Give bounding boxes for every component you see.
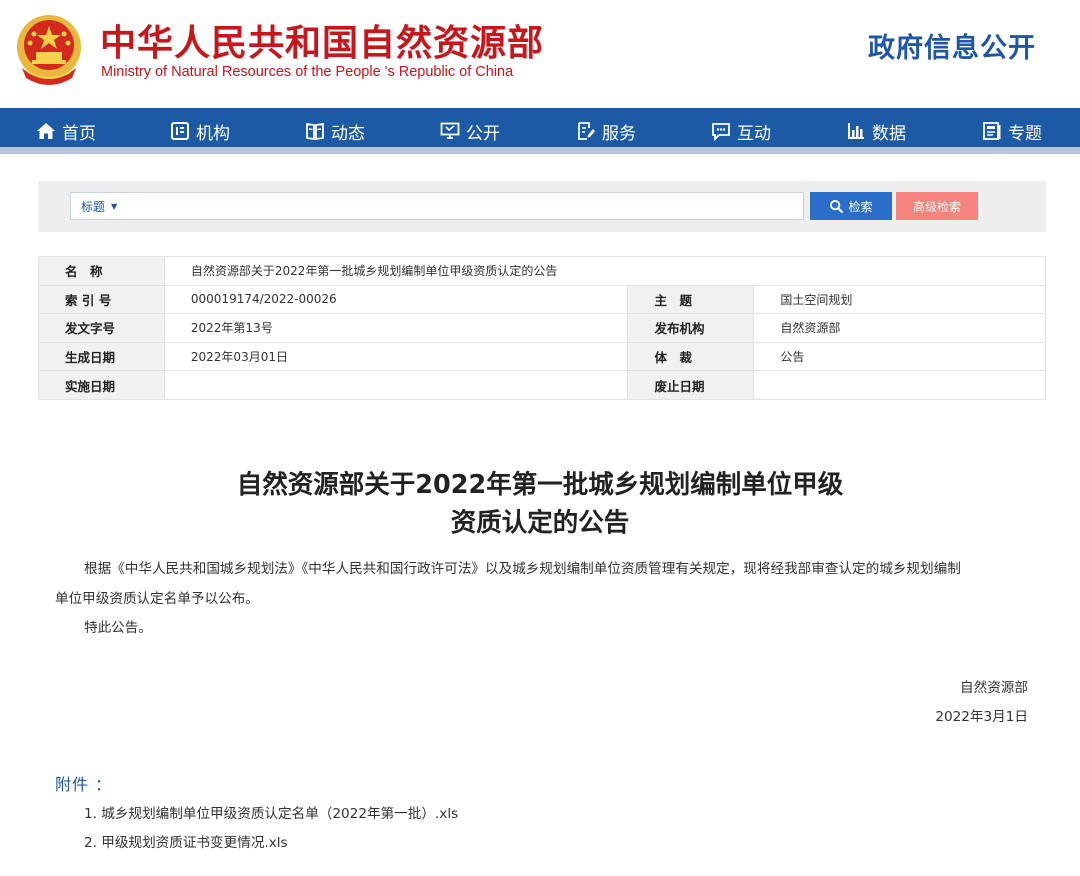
article-title-line2: 资质认定的公告	[450, 508, 630, 538]
search-button[interactable]: 检索	[810, 192, 892, 220]
nav-item-home[interactable]: 首页	[36, 108, 96, 154]
site-subtitle: Ministry of Natural Resources of the Peo…	[101, 64, 514, 80]
home-icon	[37, 123, 55, 139]
nav-item-label: 公开	[466, 123, 500, 144]
article-title-line1: 自然资源部关于2022年第一批城乡规划编制单位甲级	[236, 470, 844, 500]
docno-value: 2022年第13号	[163, 313, 629, 343]
index-label: 索 引 号	[38, 284, 165, 315]
table-row: 实施日期 废止日期	[38, 370, 1046, 400]
index-value: 000019174/2022-00026	[163, 284, 629, 315]
search-button-label: 检索	[848, 199, 873, 214]
article-paragraph-line1: 根据《中华人民共和国城乡规划法》《中华人民共和国行政许可法》以及城乡规划编制单位…	[84, 561, 961, 577]
table-row: 索 引 号 000019174/2022-00026 主 题 国土空间规划	[38, 284, 1046, 315]
genre-value: 公告	[753, 341, 1046, 372]
sign-date: 2022年3月1日	[935, 709, 1028, 725]
document-info-table: 名 称 自然资源部关于2022年第一批城乡规划编制单位甲级资质认定的公告 索 引…	[38, 256, 1047, 400]
site-title: 中华人民共和国自然资源部	[100, 22, 545, 64]
advanced-search-button[interactable]: 高级检索	[896, 192, 978, 220]
publisher-value: 自然资源部	[753, 313, 1046, 343]
nav-item-data[interactable]: 数据	[846, 108, 906, 154]
date-value: 2022年03月01日	[163, 341, 629, 372]
bar-chart-icon	[848, 123, 864, 139]
nav-item-label: 动态	[331, 123, 365, 144]
publisher-label: 发布机构	[627, 313, 755, 343]
nav-item-interact[interactable]: 互动	[711, 108, 771, 154]
date-label: 生成日期	[38, 341, 165, 372]
search-field-label: 标题	[81, 199, 106, 214]
topic-icon	[983, 122, 1001, 140]
nav-item-label: 专题	[1008, 123, 1042, 144]
nav-item-open[interactable]: 公开	[440, 108, 500, 154]
article-closing: 特此公告。	[84, 620, 152, 636]
attachment-link[interactable]: 2. 甲级规划资质证书变更情况.xls	[84, 831, 288, 851]
subject-label: 主 题	[627, 284, 755, 315]
table-row: 生成日期 2022年03月01日 体 裁 公告	[38, 341, 1046, 372]
nav-item-label: 互动	[737, 123, 771, 144]
table-row: 名 称 自然资源部关于2022年第一批城乡规划编制单位甲级资质认定的公告	[38, 256, 1047, 286]
caret-down-icon: ▼	[111, 201, 118, 211]
search-input[interactable]: 标题 ▼	[70, 192, 804, 220]
book-icon	[306, 122, 324, 141]
nav-item-label: 服务	[602, 123, 636, 144]
nav-item-label: 数据	[872, 123, 906, 144]
attachment-link[interactable]: 1. 城乡规划编制单位甲级资质认定名单（2022年第一批）.xls	[84, 802, 458, 822]
chat-icon	[712, 123, 730, 141]
nav-item-label: 机构	[196, 123, 230, 144]
docno-label: 发文字号	[38, 313, 165, 343]
subject-value: 国土空间规划	[753, 284, 1046, 315]
table-row: 发文字号 2022年第13号 发布机构 自然资源部	[38, 313, 1046, 343]
site-header: 中华人民共和国自然资源部 Ministry of Natural Resourc…	[0, 0, 1080, 108]
search-icon	[830, 199, 844, 213]
effective-date-value	[163, 370, 629, 400]
org-icon	[171, 122, 189, 140]
article-paragraph-line2: 单位甲级资质认定名单予以公布。	[55, 591, 259, 607]
nav-item-label: 首页	[62, 123, 96, 144]
genre-label: 体 裁	[627, 341, 755, 372]
main-nav: 首页 机构 动态 公开 服务 互动 数据 专题	[0, 108, 1080, 154]
nav-item-topics[interactable]: 专题	[982, 108, 1042, 154]
monitor-icon	[440, 122, 460, 139]
repeal-date-value	[753, 370, 1046, 400]
repeal-date-label: 废止日期	[627, 370, 755, 400]
document-edit-icon	[578, 122, 595, 140]
gov-info-open-link[interactable]: 政府信息公开	[868, 26, 1036, 65]
attachments-label: 附件 ：	[55, 775, 113, 794]
nav-item-service[interactable]: 服务	[576, 108, 636, 154]
name-label: 名 称	[38, 256, 165, 286]
search-bar: 标题 ▼ 检索 高级检索	[38, 181, 1046, 232]
national-emblem-icon	[17, 15, 81, 85]
effective-date-label: 实施日期	[38, 370, 165, 400]
search-field-select[interactable]: 标题 ▼	[81, 198, 117, 215]
nav-item-news[interactable]: 动态	[305, 108, 365, 154]
nav-item-org[interactable]: 机构	[170, 108, 230, 154]
signature: 自然资源部	[960, 680, 1028, 696]
name-value: 自然资源部关于2022年第一批城乡规划编制单位甲级资质认定的公告	[163, 256, 1047, 286]
